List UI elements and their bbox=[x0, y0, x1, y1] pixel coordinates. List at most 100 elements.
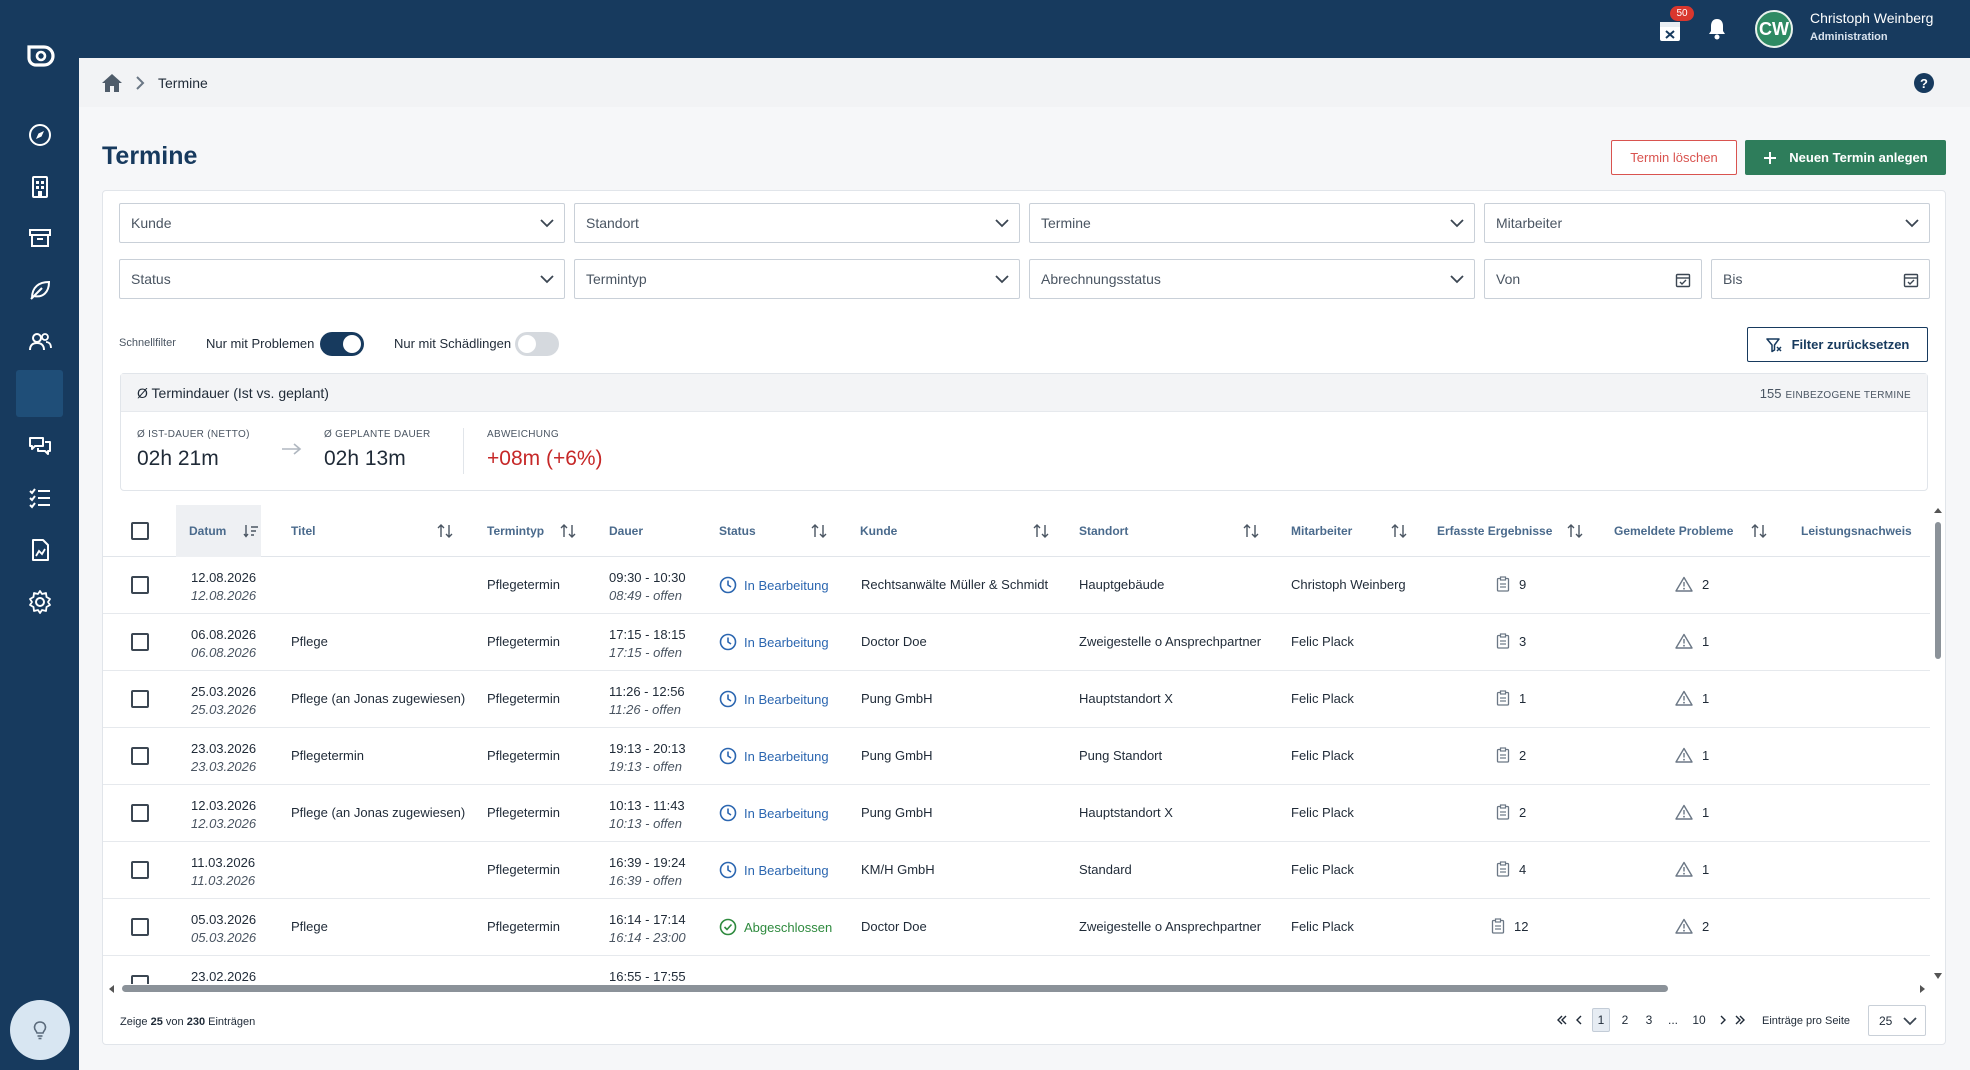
per-page-value: 25 bbox=[1879, 1013, 1893, 1028]
col-leistung[interactable]: Leistungsnachweis bbox=[1801, 505, 1930, 557]
page-10[interactable]: 10 bbox=[1688, 1008, 1710, 1032]
col-termintyp[interactable]: Termintyp bbox=[487, 505, 587, 557]
col-kunde[interactable]: Kunde bbox=[860, 505, 1060, 557]
entries-middle: von bbox=[165, 1016, 184, 1028]
problems-toggle[interactable] bbox=[320, 332, 364, 356]
cell-probleme-count: 1 bbox=[1702, 861, 1710, 877]
cell-ergebnisse: 2 bbox=[1496, 747, 1526, 763]
bell-icon[interactable] bbox=[1704, 16, 1730, 42]
table-row[interactable]: 05.03.2026 05.03.2026 Pflege Pflegetermin 16… bbox=[103, 899, 1930, 956]
row-checkbox[interactable] bbox=[131, 804, 149, 822]
filter-mitarbeiter[interactable]: Mitarbeiter bbox=[1484, 203, 1930, 243]
entries-prefix: Zeige bbox=[120, 1016, 148, 1028]
cell-standort: Pung Standort bbox=[1079, 748, 1163, 763]
filter-standort[interactable]: Standort bbox=[574, 203, 1020, 243]
app-logo-icon[interactable] bbox=[22, 39, 56, 73]
filter-abrechnungsstatus[interactable]: Abrechnungsstatus bbox=[1029, 259, 1475, 299]
breadcrumb-home-icon[interactable] bbox=[101, 73, 123, 93]
page-1[interactable]: 1 bbox=[1592, 1008, 1610, 1032]
cell-datum-planned: 11.03.2026 bbox=[191, 855, 256, 870]
col-ergebnisse[interactable]: Erfasste Ergebnisse bbox=[1437, 505, 1587, 557]
horizontal-scrollbar-thumb[interactable] bbox=[122, 985, 1668, 992]
row-checkbox[interactable] bbox=[131, 576, 149, 594]
row-checkbox[interactable] bbox=[131, 861, 149, 879]
col-status[interactable]: Status bbox=[719, 505, 827, 557]
table-row[interactable]: 25.03.2026 25.03.2026 Pflege (an Jonas zug… bbox=[103, 671, 1930, 728]
cell-probleme-count: 2 bbox=[1702, 576, 1710, 592]
next-page-icon[interactable] bbox=[1714, 1008, 1732, 1032]
per-page-select[interactable]: 25 bbox=[1868, 1005, 1926, 1036]
sort-icon bbox=[1243, 523, 1259, 539]
toggle-knob bbox=[343, 335, 361, 353]
warning-icon bbox=[1675, 690, 1693, 706]
reset-filters-button[interactable]: Filter zurücksetzen bbox=[1747, 327, 1928, 362]
user-avatar[interactable]: CW bbox=[1755, 10, 1793, 48]
cell-status: In Bearbeitung bbox=[719, 633, 829, 651]
user-name[interactable]: Christoph Weinberg bbox=[1810, 10, 1933, 26]
filter-status[interactable]: Status bbox=[119, 259, 565, 299]
filter-termine[interactable]: Termine bbox=[1029, 203, 1475, 243]
sidebar-item-leaf-icon[interactable] bbox=[16, 266, 63, 313]
help-lightbulb-icon[interactable] bbox=[10, 1000, 70, 1060]
sidebar-item-chat-icon[interactable] bbox=[16, 422, 63, 469]
warning-icon bbox=[1675, 576, 1693, 592]
sidebar-item-settings-icon[interactable] bbox=[16, 578, 63, 625]
filter-bis-date[interactable]: Bis bbox=[1711, 259, 1930, 299]
cell-dauer-planned: 16:39 - 19:24 bbox=[609, 855, 686, 870]
sidebar-item-report-icon[interactable] bbox=[16, 526, 63, 573]
vertical-scrollbar-thumb[interactable] bbox=[1935, 522, 1941, 659]
filter-kunde-label: Kunde bbox=[131, 215, 172, 231]
page-2[interactable]: 2 bbox=[1616, 1008, 1634, 1032]
delete-appointment-button[interactable]: Termin löschen bbox=[1611, 140, 1737, 175]
table-row[interactable]: 11.03.2026 11.03.2026 Pflegetermin 16:39 - … bbox=[103, 842, 1930, 899]
last-page-icon[interactable] bbox=[1731, 1008, 1749, 1032]
cell-datum-actual: 12.03.2026 bbox=[191, 816, 257, 831]
table-row[interactable]: 06.08.2026 06.08.2026 Pflege Pflegetermin 17… bbox=[103, 614, 1930, 671]
filter-termintyp[interactable]: Termintyp bbox=[574, 259, 1020, 299]
col-datum-label: Datum bbox=[189, 524, 227, 538]
first-page-icon[interactable] bbox=[1553, 1008, 1571, 1032]
row-checkbox[interactable] bbox=[131, 747, 149, 765]
sidebar-item-checklist-icon[interactable] bbox=[16, 474, 63, 521]
warning-icon bbox=[1675, 804, 1693, 820]
cell-probleme-count: 1 bbox=[1702, 690, 1710, 706]
col-datum[interactable]: Datum bbox=[176, 505, 261, 557]
row-checkbox[interactable] bbox=[131, 975, 149, 984]
cell-dauer: 16:39 - 19:24 16:39 - offen bbox=[609, 854, 686, 890]
table-row[interactable]: 23.03.2026 23.03.2026 Pflegetermin Pflegete… bbox=[103, 728, 1930, 785]
cell-datum-planned: 25.03.2026 bbox=[191, 684, 257, 699]
cell-kunde: Doctor Doe bbox=[861, 919, 927, 934]
col-probleme[interactable]: Gemeldete Probleme bbox=[1614, 505, 1767, 557]
stats-count-value: 155 bbox=[1759, 386, 1782, 401]
cell-dauer-actual: 17:15 - offen bbox=[609, 645, 682, 660]
row-checkbox[interactable] bbox=[131, 633, 149, 651]
prev-page-icon[interactable] bbox=[1570, 1008, 1588, 1032]
sort-icon bbox=[1567, 523, 1583, 539]
sidebar-item-compass-icon[interactable] bbox=[16, 111, 63, 158]
table-row[interactable]: 12.08.2026 12.08.2026 Pflegetermin 09:30 - … bbox=[103, 557, 1930, 614]
col-dauer[interactable]: Dauer bbox=[609, 505, 679, 557]
row-checkbox[interactable] bbox=[131, 690, 149, 708]
select-all-checkbox[interactable] bbox=[131, 522, 149, 540]
table-row[interactable]: 23.02.2026 16:55 - 17:55 bbox=[103, 956, 1930, 984]
cell-datum-planned: 12.08.2026 bbox=[191, 570, 257, 585]
col-mitarbeiter[interactable]: Mitarbeiter bbox=[1291, 505, 1411, 557]
filter-kunde[interactable]: Kunde bbox=[119, 203, 565, 243]
col-standort[interactable]: Standort bbox=[1079, 505, 1269, 557]
sidebar-item-archive-icon[interactable] bbox=[16, 214, 63, 261]
new-appointment-button[interactable]: Neuen Termin anlegen bbox=[1745, 140, 1946, 175]
cell-probleme: 1 bbox=[1675, 861, 1709, 877]
sidebar-item-appointments-icon[interactable] bbox=[16, 370, 63, 417]
sidebar-item-building-icon[interactable] bbox=[16, 163, 63, 210]
pests-toggle[interactable] bbox=[515, 332, 559, 356]
filter-von-date[interactable]: Von bbox=[1484, 259, 1702, 299]
row-checkbox[interactable] bbox=[131, 918, 149, 936]
cell-probleme-count: 2 bbox=[1702, 918, 1710, 934]
page-3[interactable]: 3 bbox=[1640, 1008, 1658, 1032]
help-icon[interactable]: ? bbox=[1914, 73, 1934, 93]
sidebar-item-users-icon[interactable] bbox=[16, 318, 63, 365]
col-titel[interactable]: Titel bbox=[291, 505, 461, 557]
table-row[interactable]: 12.03.2026 12.03.2026 Pflege (an Jonas zug… bbox=[103, 785, 1930, 842]
cell-ergebnisse-count: 3 bbox=[1519, 633, 1527, 649]
cell-datum: 05.03.2026 05.03.2026 bbox=[191, 911, 256, 947]
